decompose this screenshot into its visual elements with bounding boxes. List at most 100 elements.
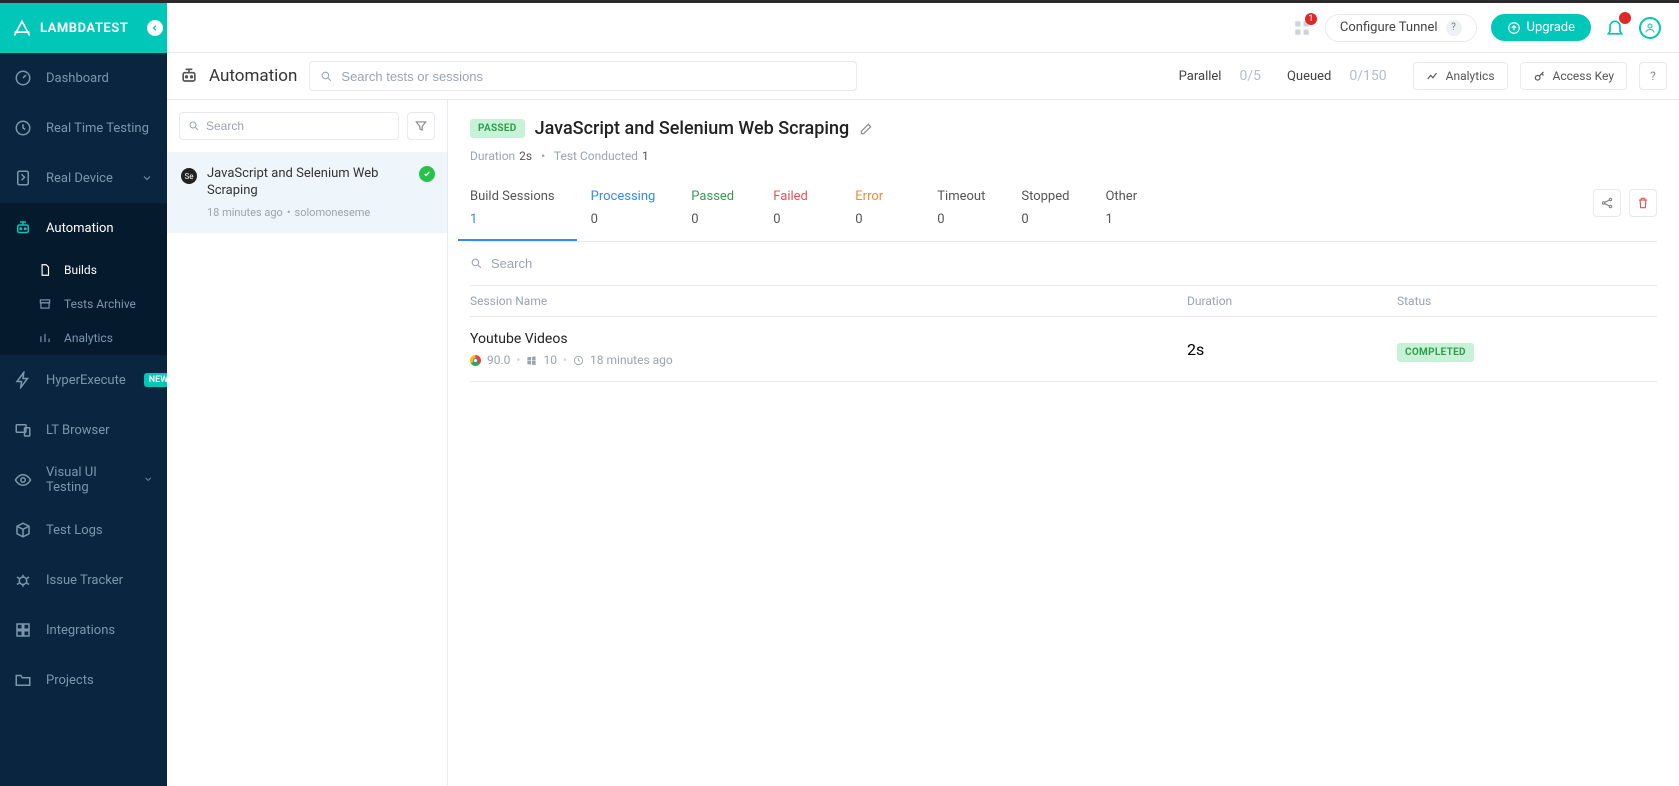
- clock-icon: [14, 119, 32, 137]
- filter-button[interactable]: [407, 112, 435, 140]
- bug-icon: [14, 571, 32, 589]
- subnav-builds[interactable]: Builds: [0, 253, 167, 287]
- stat-timeout[interactable]: Timeout0: [937, 189, 1007, 239]
- linechart-icon: [1426, 69, 1440, 83]
- parallel-value: 0/5: [1239, 68, 1261, 84]
- subnav-label: Analytics: [64, 331, 113, 345]
- session-meta: 90.0 • 10 • 18 minutes ago: [470, 353, 1187, 367]
- sidebar-item-label: Automation: [46, 221, 114, 236]
- sidebar-item-label: Projects: [46, 673, 94, 688]
- session-row[interactable]: Youtube Videos 90.0 • 10 • 18 minutes ag…: [470, 317, 1657, 382]
- sidebar-item-issuetracker[interactable]: Issue Tracker: [0, 555, 167, 605]
- check-circle-icon: [419, 166, 435, 182]
- sidebar-item-integrations[interactable]: Integrations: [0, 605, 167, 655]
- status-badge: PASSED: [470, 119, 525, 138]
- robot-icon: [14, 219, 32, 237]
- stat-error[interactable]: Error0: [855, 189, 923, 239]
- selenium-icon: Se: [181, 168, 197, 184]
- delete-button[interactable]: [1629, 189, 1657, 217]
- sidebar-item-ltbrowser[interactable]: LT Browser: [0, 405, 167, 455]
- sidebar-item-label: Real Time Testing: [46, 121, 149, 136]
- chrome-icon: [470, 355, 481, 366]
- sidebar-item-label: Real Device: [46, 171, 113, 186]
- sidebar-item-label: HyperExecute: [46, 373, 126, 388]
- grid-icon: [14, 621, 32, 639]
- stat-failed[interactable]: Failed0: [773, 189, 841, 239]
- stat-stopped[interactable]: Stopped0: [1021, 189, 1091, 239]
- build-list-item[interactable]: Se JavaScript and Selenium Web Scraping …: [167, 152, 447, 233]
- windows-icon: [526, 355, 537, 366]
- help-icon: ?: [1446, 20, 1462, 36]
- sidebar-item-realdevice[interactable]: Real Device: [0, 153, 167, 203]
- subnav-tests-archive[interactable]: Tests Archive: [0, 287, 167, 321]
- box-icon: [14, 521, 32, 539]
- stat-build-sessions[interactable]: Build Sessions1: [458, 189, 577, 241]
- sidebar-item-label: Dashboard: [46, 71, 109, 86]
- gauge-icon: [14, 69, 32, 87]
- build-detail-title: JavaScript and Selenium Web Scraping: [535, 118, 850, 139]
- help-button[interactable]: ?: [1639, 62, 1667, 90]
- eye-icon: [14, 471, 32, 489]
- analytics-button[interactable]: Analytics: [1413, 62, 1508, 90]
- devices-icon: [14, 421, 32, 439]
- sidebar-item-automation[interactable]: Automation: [0, 203, 167, 253]
- col-session-name: Session Name: [470, 294, 1187, 308]
- notification-badge: 1: [1305, 13, 1317, 25]
- new-badge: NEW: [144, 373, 167, 387]
- edit-title-button[interactable]: [859, 122, 873, 136]
- session-search-input[interactable]: [491, 256, 1657, 271]
- subnav-label: Tests Archive: [64, 297, 136, 311]
- file-icon: [38, 263, 52, 277]
- access-key-label: Access Key: [1553, 69, 1614, 83]
- queued-value: 0/150: [1349, 68, 1386, 84]
- sessions-header: Session Name Duration Status: [470, 285, 1657, 317]
- stats-tabs: Build Sessions1 Processing0 Passed0 Fail…: [470, 189, 1657, 242]
- sub-header: Automation Parallel 0/5 Queued 0/150 Ana…: [167, 53, 1679, 100]
- user-avatar[interactable]: [1639, 17, 1661, 39]
- sidebar-item-hyperexecute[interactable]: HyperExecute NEW: [0, 355, 167, 405]
- automation-icon: [179, 66, 199, 86]
- subnav-label: Builds: [64, 263, 97, 277]
- stat-other[interactable]: Other1: [1105, 189, 1173, 239]
- sidebar-item-projects[interactable]: Projects: [0, 655, 167, 705]
- session-title: Youtube Videos: [470, 331, 1187, 347]
- search-tests-input-wrap[interactable]: [309, 61, 857, 91]
- session-search-wrap[interactable]: [470, 242, 1657, 285]
- access-key-button[interactable]: Access Key: [1520, 62, 1627, 90]
- chevron-down-icon: [143, 474, 153, 486]
- sidebar-collapse-button[interactable]: [147, 20, 163, 36]
- build-title: JavaScript and Selenium Web Scraping: [207, 166, 409, 200]
- upgrade-label: Upgrade: [1527, 20, 1575, 35]
- builds-list-pane: Se JavaScript and Selenium Web Scraping …: [167, 100, 448, 786]
- main: 1 Configure Tunnel ? Upgrade Automation: [167, 3, 1679, 786]
- sidebar-item-visualui[interactable]: Visual UI Testing: [0, 455, 167, 505]
- session-status-badge: COMPLETED: [1397, 343, 1474, 362]
- session-duration: 2s: [1187, 340, 1397, 359]
- build-detail-meta: Duration2s • Test Conducted1: [470, 149, 1657, 163]
- top-bar: 1 Configure Tunnel ? Upgrade: [167, 3, 1679, 53]
- configure-tunnel-button[interactable]: Configure Tunnel ?: [1325, 14, 1477, 42]
- stat-processing[interactable]: Processing0: [591, 189, 678, 239]
- apps-grid-button[interactable]: 1: [1293, 19, 1311, 37]
- stat-passed[interactable]: Passed0: [691, 189, 759, 239]
- folder-icon: [14, 671, 32, 689]
- subnav-analytics[interactable]: Analytics: [0, 321, 167, 355]
- sidebar-item-testlogs[interactable]: Test Logs: [0, 505, 167, 555]
- queued-label: Queued: [1287, 69, 1331, 84]
- upgrade-button[interactable]: Upgrade: [1491, 14, 1591, 41]
- build-detail-pane: PASSED JavaScript and Selenium Web Scrap…: [448, 100, 1679, 786]
- search-tests-input[interactable]: [341, 69, 846, 84]
- page-title: Automation: [209, 66, 297, 86]
- builds-search-wrap[interactable]: [179, 112, 399, 140]
- chevron-down-icon: [141, 172, 153, 184]
- share-button[interactable]: [1593, 189, 1621, 217]
- clock-icon: [573, 355, 584, 366]
- sidebar-item-realtime[interactable]: Real Time Testing: [0, 103, 167, 153]
- logo-bar: LAMBDATEST: [0, 3, 167, 53]
- notifications-button[interactable]: [1605, 18, 1625, 38]
- funnel-icon: [414, 119, 428, 133]
- notification-dot: [1619, 12, 1631, 24]
- builds-search-input[interactable]: [206, 119, 390, 133]
- sidebar-item-dashboard[interactable]: Dashboard: [0, 53, 167, 103]
- sidebar-item-label: Visual UI Testing: [46, 465, 129, 495]
